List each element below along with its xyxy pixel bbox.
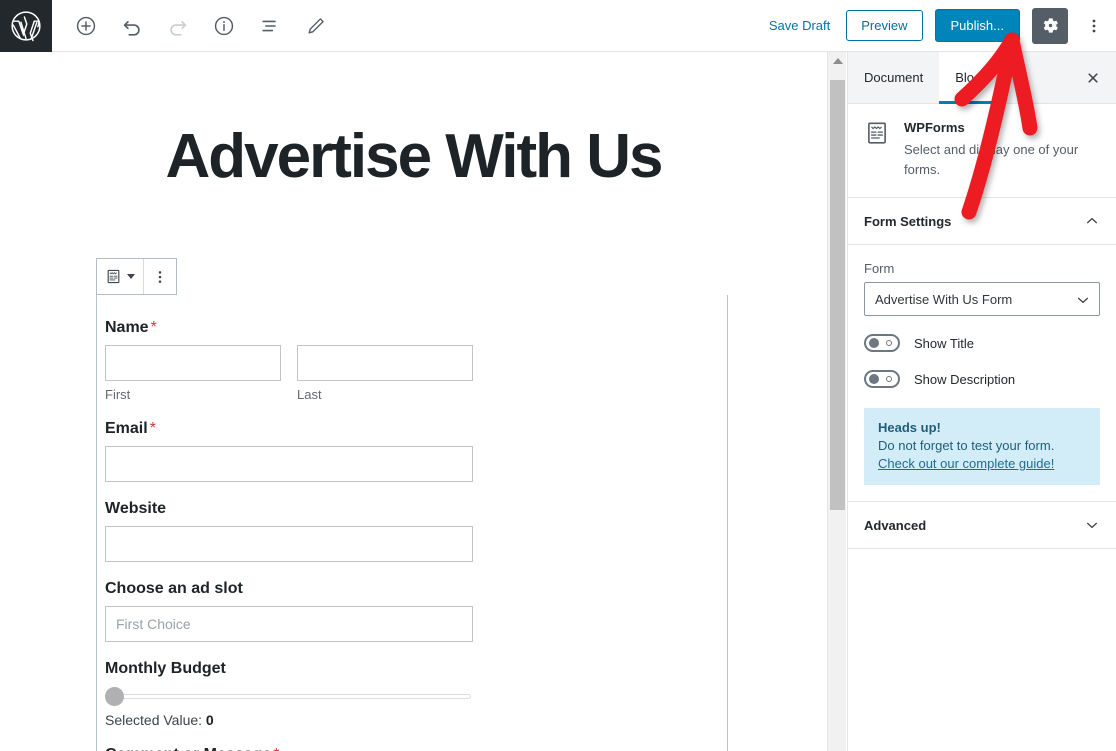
last-name-group: Last bbox=[297, 345, 473, 402]
editor-top-bar: Save Draft Preview Publish... bbox=[0, 0, 1116, 52]
field-label-text: Comment or Message bbox=[105, 746, 271, 751]
wordpress-logo-icon[interactable] bbox=[0, 0, 52, 52]
close-icon[interactable] bbox=[1078, 63, 1108, 93]
block-info-description: Select and display one of your forms. bbox=[904, 142, 1079, 177]
selected-value-prefix: Selected Value: bbox=[105, 712, 203, 728]
scrollbar-up-arrow-icon[interactable] bbox=[828, 52, 847, 70]
field-label-text: Monthly Budget bbox=[105, 660, 226, 677]
publish-button[interactable]: Publish... bbox=[934, 9, 1020, 42]
field-label-text: Name bbox=[105, 319, 149, 336]
form-select-label: Form bbox=[864, 261, 895, 276]
field-label-text: Choose an ad slot bbox=[105, 580, 243, 597]
wpforms-block-icon[interactable] bbox=[97, 259, 143, 294]
notice-title: Heads up! bbox=[878, 420, 941, 435]
settings-gear-button[interactable] bbox=[1032, 7, 1068, 44]
more-menu-button[interactable] bbox=[1080, 8, 1108, 44]
editor-scrollbar[interactable] bbox=[827, 52, 846, 751]
form-select[interactable]: Advertise With Us Form bbox=[864, 282, 1100, 316]
field-label: Website bbox=[105, 500, 719, 518]
field-label: Email * bbox=[105, 420, 719, 438]
editor-actions-group: Save Draft Preview Publish... bbox=[765, 7, 1116, 44]
field-label: Comment or Message* bbox=[105, 746, 719, 751]
wpforms-block-preview[interactable]: Name * First Last Email * Website Choose… bbox=[96, 295, 728, 751]
first-name-group: First bbox=[105, 345, 281, 402]
form-settings-panel-header[interactable]: Form Settings bbox=[848, 198, 1116, 245]
wpforms-block-icon bbox=[864, 120, 890, 179]
notice-text: Do not forget to test your form. bbox=[878, 438, 1055, 453]
chevron-down-icon bbox=[127, 274, 135, 279]
last-name-sublabel: Last bbox=[297, 387, 322, 402]
add-block-button[interactable] bbox=[68, 8, 104, 44]
advanced-panel-header[interactable]: Advanced bbox=[848, 502, 1116, 549]
form-field-ad-slot: Choose an ad slot bbox=[105, 580, 719, 642]
required-marker: * bbox=[273, 746, 279, 751]
field-label: Monthly Budget bbox=[105, 660, 719, 678]
last-name-input[interactable] bbox=[297, 345, 473, 381]
settings-sidebar: Document Block WPForms Select and displa… bbox=[847, 51, 1116, 751]
block-toolbar bbox=[96, 258, 177, 295]
form-field-email: Email * bbox=[105, 420, 719, 482]
block-navigation-button[interactable] bbox=[252, 8, 288, 44]
required-marker: * bbox=[149, 420, 156, 437]
show-description-label: Show Description bbox=[914, 371, 1016, 387]
redo-button[interactable] bbox=[160, 8, 196, 44]
name-inputs-row: First Last bbox=[105, 345, 719, 402]
selected-value-number: 0 bbox=[205, 712, 214, 728]
chevron-down-icon bbox=[1084, 517, 1100, 533]
tab-block[interactable]: Block bbox=[939, 51, 1004, 104]
slider-track[interactable] bbox=[105, 694, 471, 699]
scrollbar-thumb[interactable] bbox=[830, 80, 845, 510]
form-field-name: Name * First Last bbox=[105, 319, 719, 402]
form-settings-panel-body: Form Advertise With Us Form Show Title S… bbox=[848, 245, 1116, 502]
show-title-toggle[interactable] bbox=[864, 334, 900, 352]
email-input[interactable] bbox=[105, 446, 473, 482]
panel-title: Form Settings bbox=[864, 213, 952, 229]
edit-mode-button[interactable] bbox=[298, 8, 334, 44]
panel-title: Advanced bbox=[864, 517, 927, 533]
heads-up-notice: Heads up! Do not forget to test your for… bbox=[864, 408, 1100, 485]
wordpress-block-editor: Save Draft Preview Publish... Advertise … bbox=[0, 0, 1116, 751]
website-input[interactable] bbox=[105, 526, 473, 562]
toggle-off-indicator-icon bbox=[886, 340, 892, 346]
form-field-website: Website bbox=[105, 500, 719, 562]
show-description-toggle[interactable] bbox=[864, 370, 900, 388]
save-draft-button[interactable]: Save Draft bbox=[765, 12, 834, 39]
field-label: Choose an ad slot bbox=[105, 580, 719, 598]
notice-guide-link[interactable]: Check out our complete guide! bbox=[878, 456, 1054, 471]
required-marker: * bbox=[150, 319, 157, 336]
sidebar-tabs: Document Block bbox=[848, 51, 1116, 104]
monthly-budget-slider[interactable] bbox=[105, 686, 471, 706]
first-name-sublabel: First bbox=[105, 387, 131, 402]
ad-slot-input[interactable] bbox=[105, 606, 473, 642]
first-name-input[interactable] bbox=[105, 345, 281, 381]
block-info-title: WPForms bbox=[904, 120, 965, 135]
field-label-text: Email bbox=[105, 420, 148, 437]
page-title[interactable]: Advertise With Us bbox=[0, 124, 827, 189]
chevron-down-icon bbox=[1075, 292, 1091, 311]
form-preview: Name * First Last Email * Website Choose… bbox=[97, 295, 727, 751]
block-info: WPForms Select and display one of your f… bbox=[848, 104, 1116, 198]
show-title-row: Show Title bbox=[864, 334, 1100, 352]
form-field-comment: Comment or Message* bbox=[105, 746, 719, 751]
content-info-button[interactable] bbox=[206, 8, 242, 44]
toggle-knob bbox=[869, 374, 879, 384]
slider-thumb[interactable] bbox=[105, 687, 124, 706]
tab-document[interactable]: Document bbox=[848, 52, 939, 104]
show-title-label: Show Title bbox=[914, 335, 974, 351]
toggle-knob bbox=[869, 338, 879, 348]
form-field-monthly-budget: Monthly Budget Selected Value: 0 bbox=[105, 660, 719, 728]
undo-button[interactable] bbox=[114, 8, 150, 44]
selected-value-readout: Selected Value: 0 bbox=[105, 712, 719, 728]
block-more-options-button[interactable] bbox=[144, 259, 176, 294]
form-select-value: Advertise With Us Form bbox=[875, 291, 1013, 307]
field-label-text: Website bbox=[105, 500, 167, 517]
show-description-row: Show Description bbox=[864, 370, 1100, 388]
field-label: Name * bbox=[105, 319, 719, 337]
toggle-off-indicator-icon bbox=[886, 376, 892, 382]
preview-button[interactable]: Preview bbox=[846, 10, 923, 41]
chevron-up-icon bbox=[1084, 213, 1100, 229]
editor-tools-group bbox=[68, 8, 334, 44]
editor-canvas: Advertise With Us Name * First Last Emai… bbox=[0, 52, 827, 751]
block-info-text: WPForms Select and display one of your f… bbox=[904, 120, 1100, 179]
